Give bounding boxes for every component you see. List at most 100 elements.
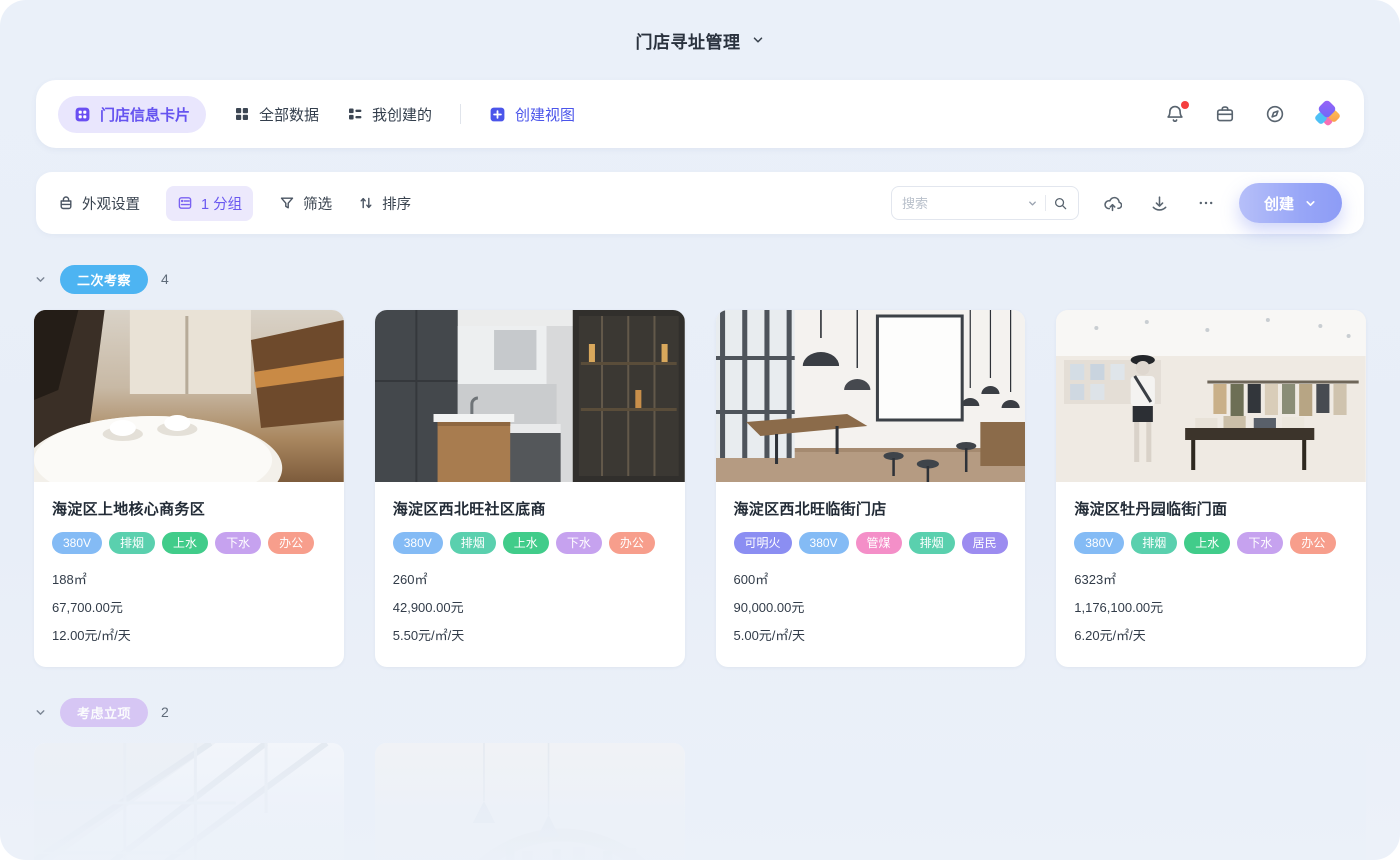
filter-button[interactable]: 筛选	[279, 193, 332, 214]
card-fields: 6323㎡ 1,176,100.00元 6.20元/㎡/天	[1074, 570, 1348, 645]
card-body: 海淀区西北旺社区底商 380V 排烟 上水 下水 办公 260㎡ 42,900.…	[375, 482, 685, 667]
tab-store-info-cards[interactable]: 门店信息卡片	[58, 96, 206, 133]
title-bar: 门店寻址管理	[0, 0, 1400, 80]
store-title: 海淀区西北旺临街门店	[734, 498, 1008, 519]
rent-value: 1,176,100.00元	[1074, 598, 1348, 617]
card-fields: 260㎡ 42,900.00元 5.50元/㎡/天	[393, 570, 667, 645]
tag: 管煤	[856, 532, 902, 554]
view-toolbar: 外观设置 1 分组 筛选 排序	[36, 172, 1364, 234]
store-photo-cafe	[34, 310, 344, 482]
sort-button[interactable]: 排序	[358, 193, 411, 214]
group-header: 考虑立项 2	[34, 697, 1366, 727]
download-icon[interactable]	[1150, 194, 1169, 213]
group-button[interactable]: 1 分组	[166, 186, 253, 221]
tag-list: 380V 排烟 上水 下水 办公	[1074, 532, 1348, 554]
search-scope-chevron-icon[interactable]	[1027, 198, 1038, 209]
area-value: 6323㎡	[1074, 570, 1348, 589]
unit-price-value: 12.00元/㎡/天	[52, 626, 326, 645]
appearance-button[interactable]: 外观设置	[58, 193, 140, 214]
tab-label: 门店信息卡片	[100, 104, 190, 125]
tag: 380V	[799, 532, 849, 554]
sort-label: 排序	[382, 193, 411, 214]
group-count: 4	[161, 271, 169, 287]
area-value: 188㎡	[52, 570, 326, 589]
store-title: 海淀区上地核心商务区	[52, 498, 326, 519]
tag: 上水	[503, 532, 549, 554]
card-fields: 188㎡ 67,700.00元 12.00元/㎡/天	[52, 570, 326, 645]
group-collapse-icon[interactable]	[34, 706, 47, 719]
group-badge[interactable]: 二次考察	[60, 265, 148, 294]
search-icon[interactable]	[1053, 196, 1068, 211]
filter-icon	[279, 195, 295, 211]
tab-all-data[interactable]: 全部数据	[234, 104, 319, 125]
search-input[interactable]	[902, 196, 1020, 211]
unit-price-value: 5.50元/㎡/天	[393, 626, 667, 645]
cards-content: 二次考察 4	[0, 264, 1400, 860]
tab-my-created[interactable]: 我创建的	[347, 104, 432, 125]
create-button[interactable]: 创建	[1239, 183, 1342, 223]
tag: 380V	[1074, 532, 1124, 554]
briefcase-icon[interactable]	[1215, 104, 1235, 124]
compass-icon[interactable]	[1265, 104, 1285, 124]
group-icon	[177, 195, 193, 211]
tag: 居民	[962, 532, 1008, 554]
tag: 下水	[215, 532, 261, 554]
plus-square-icon	[489, 106, 506, 123]
tag: 排烟	[450, 532, 496, 554]
store-card[interactable]: 海淀区牡丹园临街门面 380V 排烟 上水 下水 办公 6323㎡ 1,176,…	[1056, 310, 1366, 667]
tab-label: 全部数据	[259, 104, 319, 125]
tabbar-actions	[1165, 101, 1342, 128]
base-logo[interactable]	[1315, 101, 1342, 128]
cloud-upload-icon[interactable]	[1103, 194, 1122, 213]
card-body: 海淀区西北旺临街门店 可明火 380V 管煤 排烟 居民 600㎡ 90,000…	[716, 482, 1026, 667]
tag: 办公	[609, 532, 655, 554]
group-collapse-icon[interactable]	[34, 273, 47, 286]
store-card[interactable]: 海淀区西北旺社区底商 380V 排烟 上水 下水 办公 260㎡ 42,900.…	[375, 310, 685, 667]
rent-value: 42,900.00元	[393, 598, 667, 617]
create-label: 创建	[1264, 193, 1294, 214]
bell-icon[interactable]	[1165, 104, 1185, 124]
more-options-icon[interactable]	[1197, 194, 1215, 212]
group-count: 2	[161, 704, 169, 720]
unit-price-value: 5.00元/㎡/天	[734, 626, 1008, 645]
tag: 排烟	[909, 532, 955, 554]
area-value: 600㎡	[734, 570, 1008, 589]
notification-dot	[1181, 101, 1189, 109]
create-view-label: 创建视图	[515, 104, 575, 125]
store-photo-bright-cafe	[716, 310, 1026, 482]
tag: 下水	[556, 532, 602, 554]
tag-list: 380V 排烟 上水 下水 办公	[52, 532, 326, 554]
store-card[interactable]	[34, 743, 344, 860]
store-card[interactable]: 海淀区上地核心商务区 380V 排烟 上水 下水 办公 188㎡ 67,700.…	[34, 310, 344, 667]
grid-icon	[234, 106, 250, 122]
title-chevron-down-icon[interactable]	[751, 33, 765, 47]
store-photo-skylight-faded	[34, 743, 344, 860]
card-grid	[34, 743, 1366, 860]
group-label: 1 分组	[201, 193, 242, 214]
store-photo-kitchen	[375, 310, 685, 482]
group-badge[interactable]: 考虑立项	[60, 698, 148, 727]
card-grid: 海淀区上地核心商务区 380V 排烟 上水 下水 办公 188㎡ 67,700.…	[34, 310, 1366, 667]
tag: 可明火	[734, 532, 792, 554]
create-view-button[interactable]: 创建视图	[489, 104, 575, 125]
card-fields: 600㎡ 90,000.00元 5.00元/㎡/天	[734, 570, 1008, 645]
tag: 排烟	[1131, 532, 1177, 554]
create-chevron-down-icon	[1304, 197, 1317, 210]
tag-list: 可明火 380V 管煤 排烟 居民	[734, 532, 1008, 554]
toolbar-icon-group	[1103, 194, 1215, 213]
tag: 办公	[268, 532, 314, 554]
store-card[interactable]: 海淀区西北旺临街门店 可明火 380V 管煤 排烟 居民 600㎡ 90,000…	[716, 310, 1026, 667]
store-photo-clothing	[1056, 310, 1366, 482]
card-view-icon	[74, 106, 91, 123]
tag: 上水	[162, 532, 208, 554]
list-icon	[347, 106, 363, 122]
rent-value: 67,700.00元	[52, 598, 326, 617]
tag: 上水	[1184, 532, 1230, 554]
divider	[1045, 195, 1046, 211]
appearance-icon	[58, 195, 74, 211]
sort-icon	[358, 195, 374, 211]
tab-label: 我创建的	[372, 104, 432, 125]
group-header: 二次考察 4	[34, 264, 1366, 294]
appearance-label: 外观设置	[82, 193, 140, 214]
store-card[interactable]	[375, 743, 685, 860]
